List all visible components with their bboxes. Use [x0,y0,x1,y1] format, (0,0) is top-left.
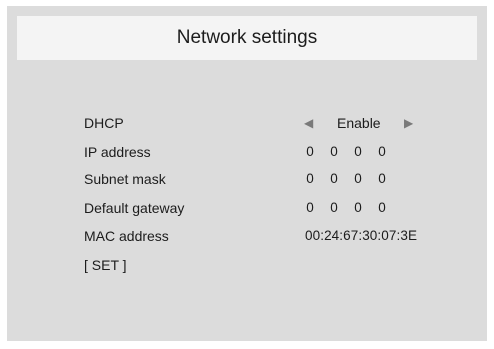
dhcp-value[interactable]: Enable [337,114,381,132]
network-settings-panel: Network settings DHCP ◀ Enable ▶ IP addr… [7,6,487,341]
dhcp-label[interactable]: DHCP [84,114,124,132]
ip-octet-1[interactable]: 0 [300,143,320,161]
subnet-octet-3[interactable]: 0 [348,170,368,188]
subnet-octet-2[interactable]: 0 [324,170,344,188]
subnet-mask-label[interactable]: Subnet mask [84,170,166,188]
gateway-octet-3[interactable]: 0 [348,199,368,217]
ip-address-label[interactable]: IP address [84,143,151,161]
mac-address-label: MAC address [84,228,169,244]
subnet-octet-1[interactable]: 0 [300,170,320,188]
default-gateway-label[interactable]: Default gateway [84,199,184,217]
gateway-octet-4[interactable]: 0 [372,199,392,217]
page-title: Network settings [17,16,477,60]
mac-address-value: 00:24:67:30:07:3E [305,228,418,243]
subnet-octet-4[interactable]: 0 [372,170,392,188]
gateway-octet-1[interactable]: 0 [300,199,320,217]
ip-octet-2[interactable]: 0 [324,143,344,161]
gateway-octet-2[interactable]: 0 [324,199,344,217]
left-arrow-icon[interactable]: ◀ [304,114,313,132]
right-arrow-icon[interactable]: ▶ [404,114,413,132]
set-button[interactable]: [ SET ] [84,256,127,274]
page-title-text: Network settings [176,27,318,48]
ip-octet-4[interactable]: 0 [372,143,392,161]
ip-octet-3[interactable]: 0 [348,143,368,161]
